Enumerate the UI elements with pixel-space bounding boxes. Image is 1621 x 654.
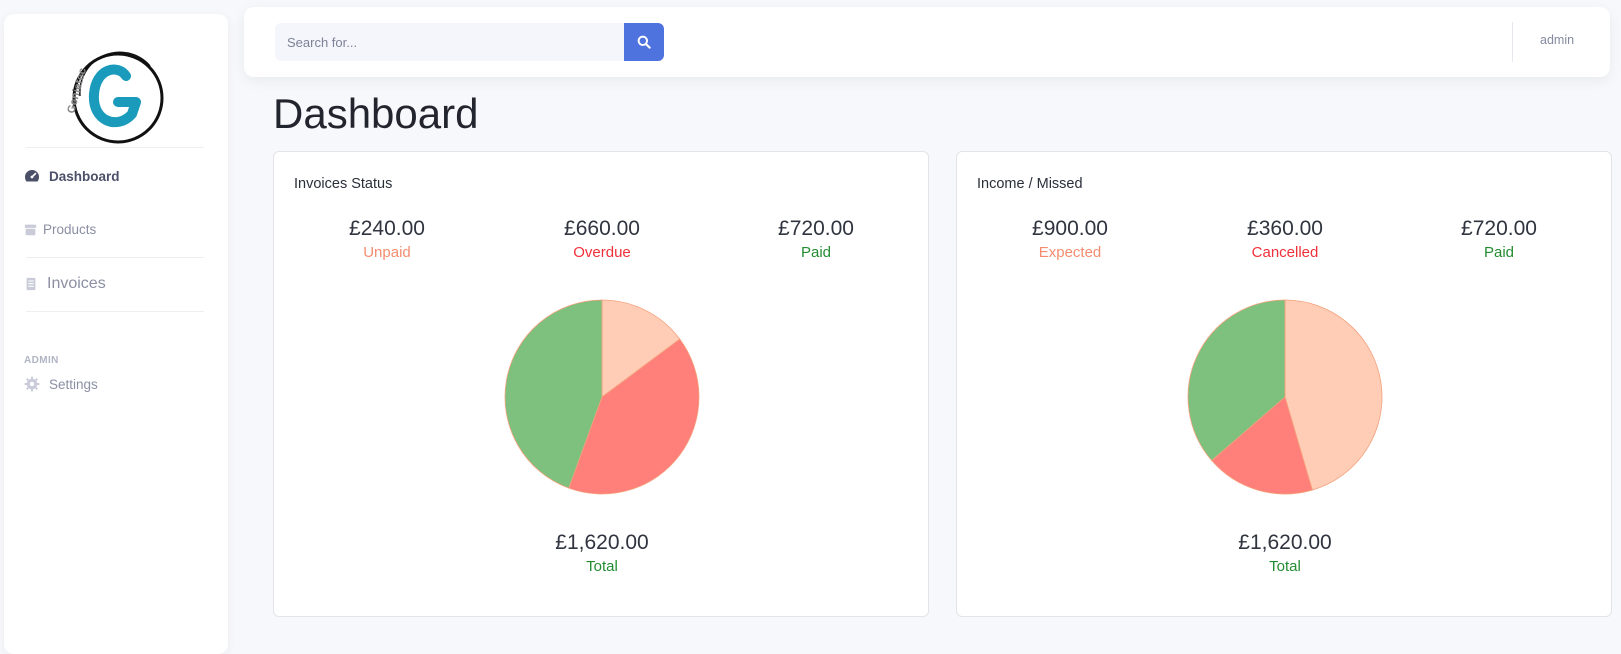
stat-label: Expected [1038, 244, 1102, 262]
svg-text:Genietec: Genietec [65, 67, 89, 115]
stat-paid: £720.00 Paid [716, 216, 916, 261]
gear-icon [24, 376, 40, 392]
sidebar-divider [26, 147, 204, 148]
page-title: Dashboard [273, 90, 479, 137]
stat-amount: £720.00 [778, 217, 854, 240]
total-block: £1,620.00 Total [502, 530, 702, 575]
sidebar-section-label: ADMIN [24, 355, 59, 366]
stat-paid: £720.00 Paid [1399, 216, 1599, 261]
stat-cancelled: £360.00 Cancelled [1185, 216, 1385, 261]
topbar: admin [244, 7, 1610, 77]
stat-amount: £360.00 [1247, 217, 1323, 240]
sidebar-item-products[interactable]: Products [24, 222, 96, 237]
sidebar-item-label: Products [43, 222, 97, 237]
total-amount: £1,620.00 [555, 531, 649, 554]
sidebar-item-label: Invoices [47, 275, 106, 292]
stat-label: Overdue [573, 244, 631, 262]
sidebar-divider [26, 257, 204, 258]
document-icon [26, 277, 36, 291]
stat-label: Paid [1483, 244, 1515, 262]
tachometer-icon [24, 170, 40, 182]
search-button[interactable] [624, 23, 664, 61]
stat-label: Paid [800, 244, 832, 262]
stat-amount: £720.00 [1461, 217, 1537, 240]
total-label: Total [1269, 558, 1301, 576]
sidebar-item-dashboard[interactable]: Dashboard [24, 168, 120, 184]
total-amount: £1,620.00 [1238, 531, 1332, 554]
invoices-status-card: Invoices Status £240.00 Unpaid £660.00 O… [273, 151, 929, 617]
total-label: Total [586, 558, 618, 576]
topbar-divider [1512, 22, 1513, 62]
sidebar: Genietec Dashboard Products Invoices ADM… [4, 14, 228, 654]
total-block: £1,620.00 Total [1185, 530, 1385, 575]
card-title: Invoices Status [294, 176, 393, 192]
card-title: Income / Missed [977, 176, 1083, 192]
stat-unpaid: £240.00 Unpaid [287, 216, 487, 261]
sidebar-item-label: Dashboard [49, 168, 120, 184]
stat-amount: £660.00 [564, 217, 640, 240]
income-missed-card: Income / Missed £900.00 Expected £360.00… [956, 151, 1612, 617]
stat-label: Cancelled [1251, 244, 1319, 262]
stat-label: Unpaid [363, 244, 411, 262]
sidebar-divider [26, 311, 204, 312]
genietec-logo[interactable]: Genietec [60, 36, 166, 154]
sidebar-item-label: Settings [49, 376, 98, 392]
invoices-status-pie-chart [504, 299, 700, 495]
sidebar-item-invoices[interactable]: Invoices [24, 275, 106, 293]
stat-amount: £240.00 [349, 217, 425, 240]
stat-amount: £900.00 [1032, 217, 1108, 240]
search-icon [637, 35, 651, 49]
stat-expected: £900.00 Expected [970, 216, 1170, 261]
search-input[interactable] [275, 23, 624, 61]
stat-overdue: £660.00 Overdue [502, 216, 702, 261]
sidebar-item-settings[interactable]: Settings [24, 376, 98, 392]
user-menu[interactable]: admin [1540, 33, 1574, 47]
box-icon [24, 224, 37, 236]
income-missed-pie-chart [1187, 299, 1383, 495]
